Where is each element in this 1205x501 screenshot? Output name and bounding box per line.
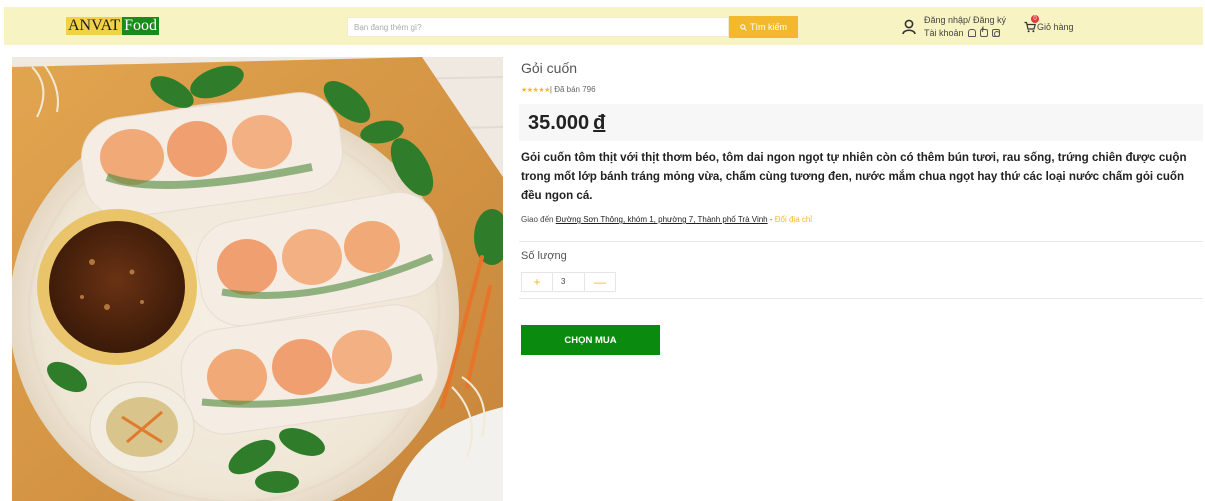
- search-button-label: Tìm kiếm: [750, 22, 787, 32]
- login-register-link[interactable]: Đăng nhập/ Đăng ký: [924, 15, 1006, 25]
- increase-quantity-button[interactable]: +: [522, 273, 552, 291]
- account-label[interactable]: Tài khoản: [924, 28, 964, 38]
- price-value: 35.000: [528, 112, 590, 134]
- quantity-stepper: + 3 —: [521, 272, 616, 292]
- product-description: Gỏi cuốn tôm thịt với thịt thơm béo, tôm…: [521, 151, 1187, 202]
- change-address-link[interactable]: Đổi địa chỉ: [775, 215, 812, 224]
- user-icon: [902, 19, 916, 35]
- account-menu[interactable]: Đăng nhập/ Đăng ký Tài khoản: [902, 14, 1022, 42]
- delivery-separator: -: [767, 215, 775, 224]
- top-header: ANVAT Food Tìm kiếm Đăng nhập/ Đăng ký T…: [4, 7, 1203, 45]
- decrease-quantity-button[interactable]: —: [585, 273, 615, 291]
- cart-label: Giỏ hàng: [1037, 22, 1074, 32]
- bell-icon[interactable]: [967, 29, 976, 37]
- account-row: Tài khoản: [924, 27, 1000, 38]
- search-button[interactable]: Tìm kiếm: [729, 16, 798, 38]
- product-image: [12, 57, 503, 501]
- facebook-icon[interactable]: [979, 27, 988, 37]
- star-rating-icons: ★★★★★: [521, 86, 550, 94]
- delivery-info: Giao đến Đường Sơn Thông, khóm 1, phường…: [521, 215, 812, 224]
- search-input[interactable]: [347, 17, 729, 37]
- product-price: 35.000 đ: [528, 112, 605, 135]
- sold-count: | Đã bán 796: [549, 85, 596, 94]
- divider: [519, 298, 1203, 299]
- divider: [519, 241, 1203, 242]
- quantity-label: Số lượng: [521, 250, 567, 262]
- delivery-address[interactable]: Đường Sơn Thông, khóm 1, phường 7, Thành…: [556, 215, 768, 224]
- site-logo[interactable]: ANVAT Food: [66, 17, 160, 35]
- buy-button[interactable]: CHỌN MUA: [521, 325, 660, 355]
- rating-row: ★★★★★ | Đã bán 796: [521, 85, 596, 94]
- search-icon: [740, 23, 747, 31]
- cart-icon-wrap: 0: [1024, 15, 1039, 33]
- instagram-icon[interactable]: [991, 29, 1000, 37]
- currency-symbol: đ: [593, 112, 606, 134]
- logo-text-anvat: ANVAT: [66, 17, 123, 35]
- price-box: 35.000 đ: [519, 104, 1203, 141]
- logo-text-food: Food: [122, 17, 160, 35]
- delivery-prefix: Giao đến: [521, 215, 556, 224]
- cart-link[interactable]: 0 Giỏ hàng: [1024, 15, 1074, 39]
- cart-count-badge: 0: [1031, 15, 1039, 23]
- product-title: Gỏi cuốn: [521, 60, 578, 76]
- quantity-input[interactable]: 3: [552, 273, 585, 291]
